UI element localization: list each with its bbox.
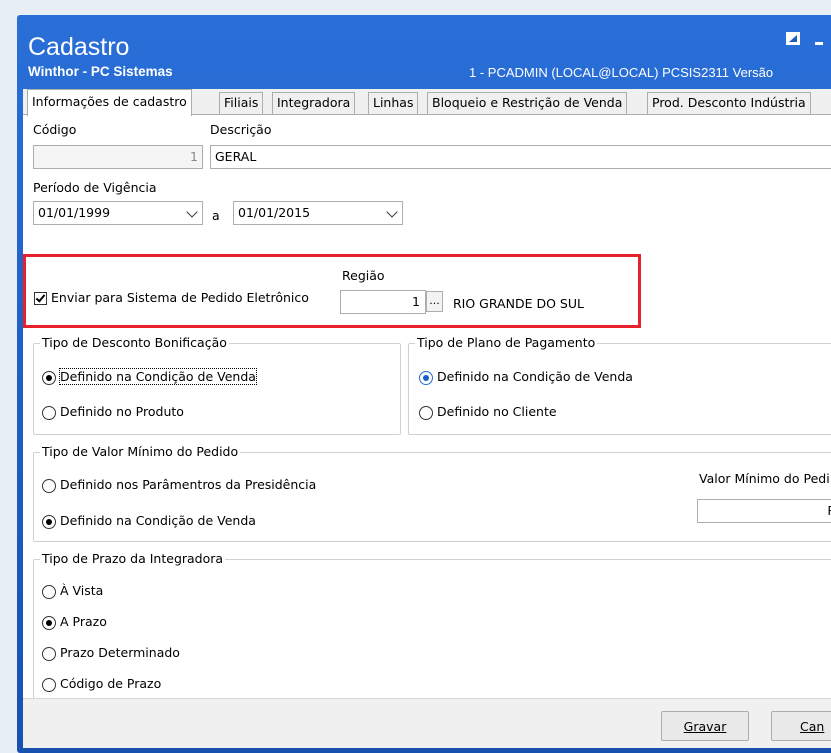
gravar-button[interactable]: Gravar	[661, 711, 749, 741]
tab-bloqueio-restricao[interactable]: Bloqueio e Restrição de Venda	[427, 92, 628, 114]
enviar-pedido-checkbox[interactable]	[34, 292, 47, 305]
gravar-button-label: Gravar	[683, 719, 727, 734]
descricao-field[interactable]: GERAL	[210, 145, 831, 169]
tab-bar: Informações de cadastro Filiais Integrad…	[23, 89, 831, 116]
data-inicio-value: 01/01/1999	[38, 205, 111, 220]
radio-plano-cliente-label[interactable]: Definido no Cliente	[437, 404, 557, 419]
group-prazo-integradora: Tipo de Prazo da Integradora À Vista A P…	[33, 551, 831, 699]
tab-linhas[interactable]: Linhas	[368, 92, 419, 114]
restore-icon[interactable]	[786, 32, 800, 45]
tab-filiais[interactable]: Filiais	[219, 92, 264, 114]
codigo-field[interactable]: 1	[33, 145, 203, 169]
regiao-codigo-field[interactable]: 1	[340, 290, 426, 314]
application-window: Cadastro Winthor - PC Sistemas 1 - PCADM…	[17, 15, 831, 753]
radio-desconto-produto[interactable]	[42, 406, 56, 420]
radio-desconto-produto-label[interactable]: Definido no Produto	[60, 404, 184, 419]
cancelar-button-label: Can	[800, 719, 825, 734]
regiao-label: Região	[342, 268, 385, 283]
data-inicio-picker[interactable]: 01/01/1999	[33, 201, 203, 225]
radio-valor-condicao[interactable]	[42, 515, 56, 529]
radio-prazo-determinado-label[interactable]: Prazo Determinado	[60, 645, 180, 660]
radio-prazo-determinado[interactable]	[42, 647, 56, 661]
session-info: 1 - PCADMIN (LOCAL@LOCAL) PCSIS2311 Vers…	[469, 65, 774, 80]
data-fim-picker[interactable]: 01/01/2015	[233, 201, 403, 225]
valor-minimo-field[interactable]: R$	[697, 499, 831, 523]
radio-prazo-vista[interactable]	[42, 585, 56, 599]
regiao-lookup-button[interactable]: ...	[426, 291, 443, 312]
group-desconto-title: Tipo de Desconto Bonificação	[40, 335, 229, 350]
group-desconto-bonificacao: Tipo de Desconto Bonificação Definido na…	[33, 335, 401, 435]
group-plano-pagamento: Tipo de Plano de Pagamento Definido na C…	[408, 335, 831, 435]
check-icon	[35, 292, 46, 303]
periodo-label: Período de Vigência	[33, 180, 157, 195]
button-bar: Gravar Can	[23, 698, 831, 748]
chevron-down-icon[interactable]	[386, 206, 398, 218]
cancelar-button[interactable]: Can	[771, 711, 831, 741]
window-subtitle: Winthor - PC Sistemas	[28, 64, 173, 79]
tab-informacoes-cadastro[interactable]: Informações de cadastro	[27, 89, 192, 116]
radio-plano-condicao-label[interactable]: Definido na Condição de Venda	[437, 369, 633, 384]
radio-prazo-aprazo-label[interactable]: A Prazo	[60, 614, 107, 629]
group-valor-minimo-title: Tipo de Valor Mínimo do Pedido	[40, 444, 241, 459]
descricao-label: Descrição	[210, 122, 272, 137]
radio-plano-cliente[interactable]	[419, 406, 433, 420]
group-prazo-title: Tipo de Prazo da Integradora	[40, 551, 226, 566]
tab-content: Código Descrição 1 GERAL Período de Vigê…	[23, 114, 831, 748]
chevron-down-icon[interactable]	[186, 206, 198, 218]
radio-desconto-condicao-label[interactable]: Definido na Condição de Venda	[59, 368, 257, 385]
tab-prod-desconto-industria[interactable]: Prod. Desconto Indústria	[647, 92, 811, 114]
window-title: Cadastro	[28, 33, 130, 61]
enviar-pedido-label[interactable]: Enviar para Sistema de Pedido Eletrônico	[51, 290, 309, 305]
radio-plano-condicao[interactable]	[419, 371, 433, 385]
radio-valor-presidencia-label[interactable]: Definido nos Parâmentros da Presidência	[60, 477, 316, 492]
radio-prazo-vista-label[interactable]: À Vista	[60, 583, 103, 598]
tab-integradora[interactable]: Integradora	[272, 92, 356, 114]
minimize-icon[interactable]	[815, 42, 823, 45]
data-fim-value: 01/01/2015	[238, 205, 311, 220]
regiao-nome: RIO GRANDE DO SUL	[453, 296, 584, 311]
codigo-label: Código	[33, 122, 77, 137]
periodo-separator: a	[212, 208, 220, 223]
valor-minimo-label: Valor Mínimo do Pedi	[699, 471, 830, 486]
client-area: Informações de cadastro Filiais Integrad…	[23, 89, 831, 748]
radio-prazo-aprazo[interactable]	[42, 616, 56, 630]
group-valor-minimo: Tipo de Valor Mínimo do Pedido Definido …	[33, 444, 831, 542]
radio-valor-presidencia[interactable]	[42, 479, 56, 493]
radio-prazo-codigo[interactable]	[42, 678, 56, 692]
radio-desconto-condicao[interactable]	[42, 371, 56, 385]
radio-prazo-codigo-label[interactable]: Código de Prazo	[60, 676, 161, 691]
group-plano-title: Tipo de Plano de Pagamento	[415, 335, 598, 350]
radio-valor-condicao-label[interactable]: Definido na Condição de Venda	[60, 513, 256, 528]
